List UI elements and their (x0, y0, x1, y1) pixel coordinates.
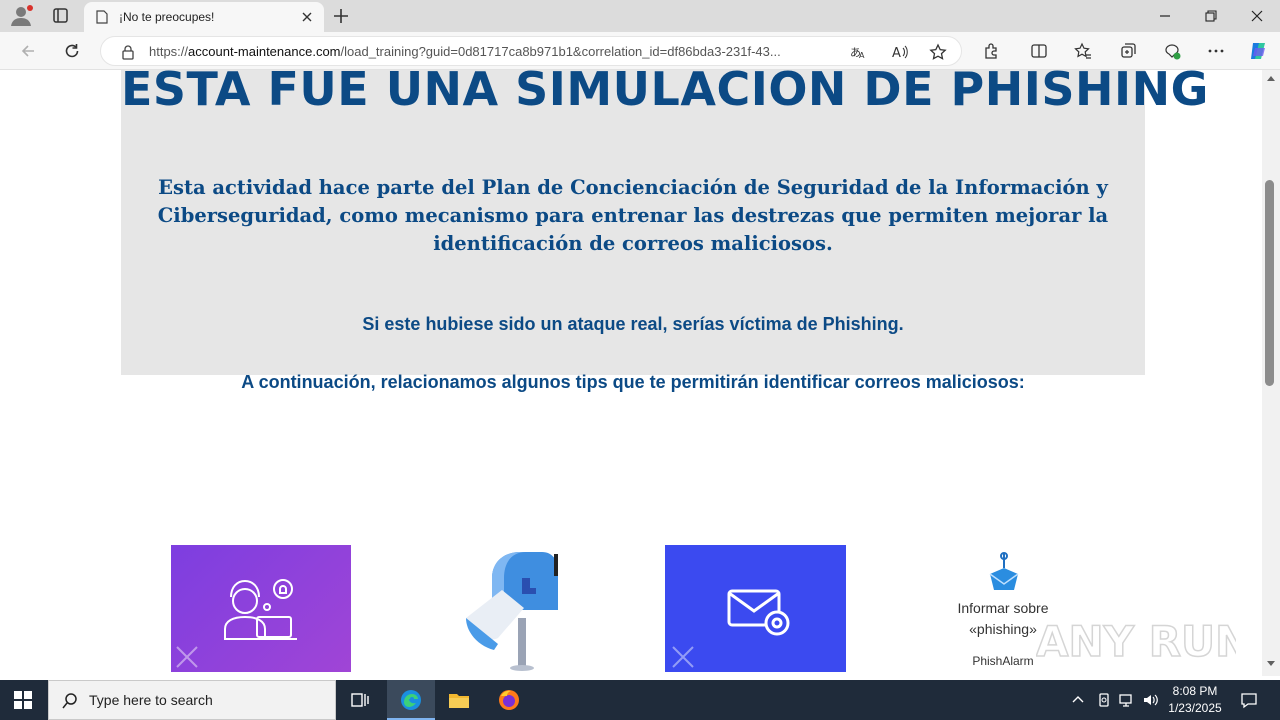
search-placeholder: Type here to search (89, 692, 213, 708)
tips-intro: A continuación, relacionamos algunos tip… (241, 372, 1025, 392)
close-window-icon[interactable] (1249, 8, 1265, 24)
scroll-down-icon[interactable] (1266, 660, 1276, 668)
svg-text:A: A (892, 46, 901, 61)
volume-icon[interactable] (1142, 692, 1158, 708)
awareness-paragraph: Esta actividad hace parte del Plan de Co… (157, 176, 1109, 255)
windows-start-icon[interactable] (14, 691, 32, 709)
firefox-taskbar-button[interactable] (485, 680, 533, 720)
url-host: account-maintenance.com (188, 44, 341, 59)
tray-chevron-icon[interactable] (1070, 692, 1086, 708)
tip-card-email[interactable] (665, 545, 846, 672)
url-path: /load_training?guid=0d81717ca8b971b1&cor… (340, 44, 781, 59)
page-content: ESTA FUE UNA SIMULACIÓN DE PHISHING Esta… (0, 70, 1262, 676)
simulation-banner: ESTA FUE UNA SIMULACIÓN DE PHISHING Esta… (121, 70, 1209, 375)
user-lock-icon (176, 579, 297, 668)
url-prefix: https:// (149, 44, 189, 59)
browser-toolbar: https://account-maintenance.com/load_tra… (0, 32, 1280, 70)
firefox-icon (499, 690, 519, 710)
taskbar-clock[interactable]: 8:08 PM 1/23/2025 (1160, 683, 1230, 717)
anyrun-watermark: ANY RUN (1036, 616, 1236, 667)
browser-essentials-icon[interactable] (1163, 42, 1181, 60)
page-title: ESTA FUE UNA SIMULACIÓN DE PHISHING (121, 70, 1209, 116)
lock-icon[interactable] (121, 44, 135, 60)
svg-text:A: A (859, 51, 865, 60)
tray-device-icon[interactable] (1096, 692, 1112, 708)
warning-text: Si este hubiese sido un ataque real, ser… (362, 314, 904, 334)
collections-icon[interactable] (1119, 42, 1137, 60)
tab-title: ¡No te preocupes! (119, 10, 215, 24)
watermark-text: ANY RUN (1036, 617, 1236, 666)
tab-active[interactable]: ¡No te preocupes! (84, 2, 324, 32)
edge-icon (401, 690, 421, 710)
network-icon[interactable] (1118, 692, 1134, 708)
extensions-icon[interactable] (982, 42, 1000, 60)
favorites-icon[interactable] (1074, 42, 1092, 60)
phish-hook-envelope-icon (989, 552, 1019, 590)
tab-actions-icon[interactable] (46, 5, 74, 27)
taskbar-search[interactable]: Type here to search (48, 680, 336, 720)
mailbox-icon[interactable] (458, 548, 564, 672)
taskbar: Type here to search 8:08 PM 1/23/2025 (0, 680, 1280, 720)
profile-icon[interactable] (8, 5, 34, 27)
clock-date: 1/23/2025 (1168, 701, 1222, 715)
folder-icon (449, 694, 469, 708)
refresh-icon[interactable] (63, 42, 81, 60)
more-options-icon[interactable] (1207, 42, 1225, 60)
minimize-icon[interactable] (1157, 8, 1173, 24)
scroll-up-icon[interactable] (1266, 74, 1276, 82)
email-at-icon (672, 589, 790, 668)
edge-taskbar-button[interactable] (387, 680, 435, 720)
back-icon[interactable] (19, 42, 37, 60)
tab-close-icon[interactable] (300, 10, 314, 24)
search-icon (62, 693, 77, 709)
translate-icon[interactable]: あA (849, 43, 867, 61)
task-view-icon (351, 693, 369, 707)
url-text[interactable]: https://account-maintenance.com/load_tra… (149, 44, 781, 59)
page-icon (96, 10, 108, 24)
notifications-icon[interactable] (1240, 691, 1258, 709)
split-screen-icon[interactable] (1030, 42, 1048, 60)
tip-card-security-user[interactable] (171, 545, 351, 672)
page-scrollbar[interactable] (1262, 70, 1280, 676)
scrollbar-thumb[interactable] (1265, 180, 1274, 386)
restore-icon[interactable] (1203, 8, 1219, 24)
task-view-button[interactable] (336, 680, 384, 720)
clock-time: 8:08 PM (1172, 684, 1218, 698)
new-tab-icon[interactable] (332, 7, 350, 25)
read-aloud-icon[interactable]: A (891, 43, 909, 61)
file-explorer-button[interactable] (435, 680, 483, 720)
address-bar[interactable]: https://account-maintenance.com/load_tra… (100, 36, 962, 66)
copilot-icon[interactable] (1247, 40, 1269, 62)
favorite-star-icon[interactable] (929, 43, 947, 61)
tab-bar: ¡No te preocupes! (0, 0, 1280, 32)
